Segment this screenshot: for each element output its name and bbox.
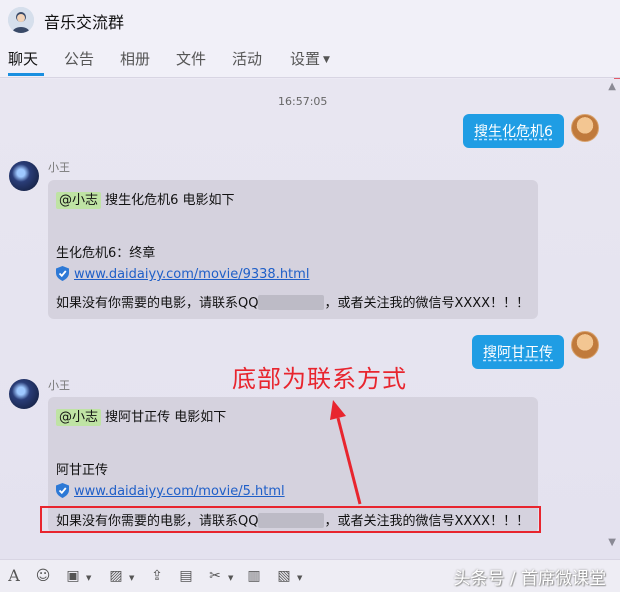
watermark-text: 头条号 / 首席微课堂 bbox=[453, 569, 606, 589]
font-icon[interactable]: A bbox=[4, 566, 24, 586]
chevron-down-icon[interactable]: ▼ bbox=[228, 574, 233, 582]
input-toolbar: A ☺ ▣ ▼ ▨ ▼ ⇪ ▤ ✂ ▼ ▥ ▧ ▼ 头条号 / 首席微课堂 bbox=[0, 559, 620, 592]
emoji-icon[interactable]: ☺ bbox=[33, 566, 53, 586]
upload-icon[interactable]: ⇪ bbox=[147, 566, 167, 586]
history-icon[interactable]: ▥ bbox=[244, 566, 264, 586]
annotation-highlight-box bbox=[40, 506, 541, 533]
chevron-down-icon[interactable]: ▼ bbox=[297, 574, 302, 582]
gift-icon[interactable]: ▤ bbox=[176, 566, 196, 586]
scissors-icon[interactable]: ✂ bbox=[205, 566, 225, 586]
chevron-down-icon[interactable]: ▼ bbox=[129, 574, 134, 582]
screenshot-icon[interactable]: ▣ bbox=[63, 566, 83, 586]
annotation-label: 底部为联系方式 bbox=[232, 365, 407, 393]
image-icon[interactable]: ▨ bbox=[106, 566, 126, 586]
annotation-arrow bbox=[330, 400, 362, 505]
more-icon[interactable]: ▧ bbox=[274, 566, 294, 586]
chevron-down-icon[interactable]: ▼ bbox=[86, 574, 91, 582]
